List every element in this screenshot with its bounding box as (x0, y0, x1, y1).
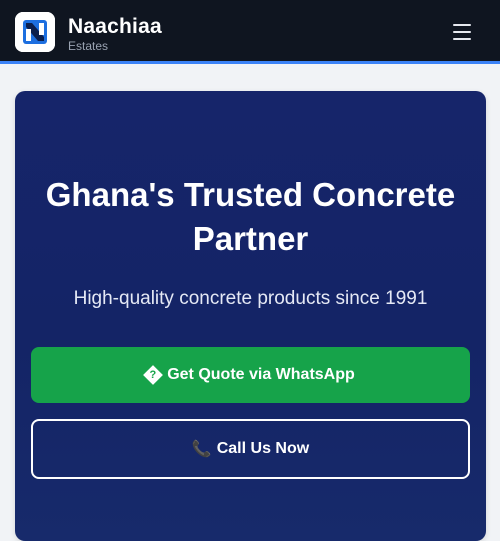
hamburger-menu-icon (453, 24, 471, 26)
missing-glyph-icon-char: ? (149, 368, 157, 381)
brand-n-logo-icon (15, 12, 55, 52)
hamburger-menu-icon-bar (453, 31, 471, 33)
missing-glyph-icon: ? (143, 365, 164, 385)
call-us-button[interactable]: 📞 Call Us Now (31, 419, 470, 479)
phone-icon: 📞 (191, 441, 212, 458)
hero-title: Ghana's Trusted Concrete Partner (45, 176, 456, 257)
hero-subtitle: High-quality concrete products since 199… (73, 288, 428, 309)
whatsapp-quote-button[interactable]: ? Get Quote via WhatsApp (31, 347, 470, 403)
hamburger-menu-icon-bar (453, 38, 471, 40)
hamburger-menu-button[interactable] (448, 20, 476, 44)
hero-section: Ghana's Trusted Concrete Partner High-qu… (15, 91, 486, 541)
call-us-label: Call Us Now (216, 440, 310, 457)
brand-logo[interactable] (15, 12, 55, 52)
brand-name[interactable]: Naachiaa (68, 15, 162, 39)
whatsapp-quote-label: Get Quote via WhatsApp (167, 366, 355, 383)
site-header: Naachiaa Estates (0, 0, 500, 64)
brand-tagline: Estates (68, 39, 109, 53)
